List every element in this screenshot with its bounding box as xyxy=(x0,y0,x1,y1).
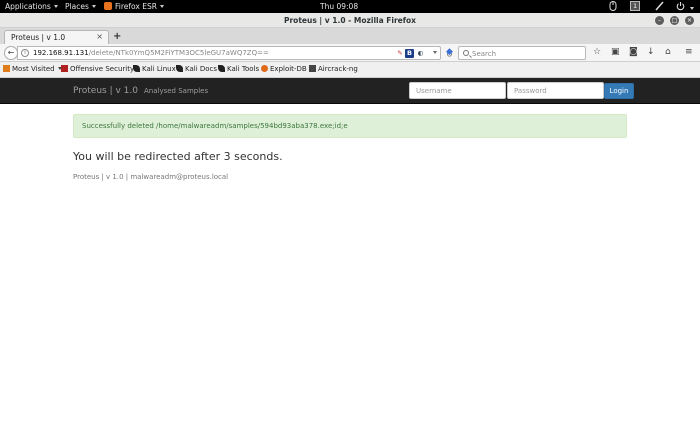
password-input[interactable] xyxy=(507,82,604,99)
clock[interactable]: Thu 09:08 xyxy=(320,2,358,11)
aircrack-icon xyxy=(309,65,316,72)
bookmark-offensive-security[interactable]: Offensive Security xyxy=(61,65,134,73)
page-content: Proteus | v 1.0 Analysed Samples Login S… xyxy=(0,78,700,438)
username-input[interactable] xyxy=(409,82,506,99)
bookmark-aircrack-ng[interactable]: Aircrack-ng xyxy=(309,65,358,73)
mouse-icon xyxy=(609,1,617,13)
menu-icon[interactable]: ≡ xyxy=(685,47,693,58)
download-icon[interactable]: ↓ xyxy=(647,47,655,58)
url-host: 192.168.91.131 xyxy=(33,49,89,57)
chevron-down-icon xyxy=(53,5,58,8)
wappalyzer-icon[interactable]: ◐ xyxy=(416,49,425,58)
bookmark-label: Kali Docs xyxy=(185,65,218,73)
new-tab-button[interactable]: + xyxy=(113,31,121,42)
bookmark-star-icon[interactable]: ☆ xyxy=(593,47,601,58)
gnome-top-bar: Applications Places Firefox ESR Thu 09:0… xyxy=(0,0,700,13)
chevron-down-icon xyxy=(91,5,96,8)
home-icon[interactable]: ⌂ xyxy=(665,47,671,58)
bookmark-label: Kali Linux xyxy=(142,65,176,73)
back-button[interactable]: ← xyxy=(4,46,18,60)
nav-analysed-samples[interactable]: Analysed Samples xyxy=(144,87,208,95)
places-label: Places xyxy=(65,2,89,11)
search-icon xyxy=(463,50,469,56)
url-path: /delete/NTk0YmQ5M2FiYTM3OC5leGU7aWQ7ZQ== xyxy=(88,49,269,57)
places-menu[interactable]: Places xyxy=(65,2,96,11)
hackbar-icon[interactable]: ✎ xyxy=(396,49,404,58)
search-box[interactable] xyxy=(458,46,586,60)
workspace-indicator[interactable]: 1 xyxy=(630,1,641,11)
applications-label: Applications xyxy=(5,2,51,11)
bookmark-label: Kali Tools xyxy=(227,65,260,73)
search-engine-icon[interactable]: ◆ xyxy=(446,47,453,58)
builtwith-icon[interactable]: B xyxy=(405,49,414,58)
success-alert: Successfully deleted /home/malwareadm/sa… xyxy=(73,114,627,138)
site-info-icon[interactable]: i xyxy=(21,49,29,57)
bookmark-label: Most Visited xyxy=(12,65,55,73)
bookmark-label: Exploit-DB xyxy=(270,65,307,73)
url-bar[interactable]: i 192.168.91.131/delete/NTk0YmQ5M2FiYTM3… xyxy=(17,46,453,60)
close-window-button[interactable]: × xyxy=(685,16,694,25)
close-tab-icon[interactable]: × xyxy=(96,32,103,41)
brand-link[interactable]: Proteus | v 1.0 xyxy=(73,86,138,96)
kali-dragon-icon xyxy=(176,65,183,72)
kali-dragon-icon xyxy=(218,65,225,72)
bookmark-label: Offensive Security xyxy=(70,65,135,73)
exploitdb-icon xyxy=(261,65,268,72)
bookmark-exploit-db[interactable]: Exploit-DB xyxy=(261,65,307,73)
bookmark-kali-tools[interactable]: Kali Tools xyxy=(218,65,259,73)
power-menu[interactable] xyxy=(676,1,695,13)
window-title-bar[interactable]: Proteus | v 1.0 - Mozilla Firefox – □ × xyxy=(0,13,700,28)
tab-strip: Proteus | v 1.0 × + xyxy=(0,28,700,44)
active-app-menu[interactable]: Firefox ESR xyxy=(104,2,164,11)
navigation-toolbar: i 192.168.91.131/delete/NTk0YmQ5M2FiYTM3… xyxy=(0,44,700,62)
offsec-icon xyxy=(61,65,68,72)
pen-icon[interactable] xyxy=(655,1,664,13)
url-text[interactable]: 192.168.91.131/delete/NTk0YmQ5M2FiYTM3OC… xyxy=(33,49,269,57)
chevron-down-icon xyxy=(159,5,164,8)
clipboard-icon[interactable]: ▣ xyxy=(611,47,620,58)
login-button[interactable]: Login xyxy=(604,83,634,99)
page-footer: Proteus | v 1.0 | malwareadm@proteus.loc… xyxy=(73,173,229,181)
maximize-button[interactable]: □ xyxy=(670,16,679,25)
pocket-icon[interactable]: ◙ xyxy=(629,47,638,58)
tab-label: Proteus | v 1.0 xyxy=(11,33,66,42)
bookmark-kali-docs[interactable]: Kali Docs xyxy=(176,65,217,73)
chevron-down-icon xyxy=(690,7,695,10)
bookmark-kali-linux[interactable]: Kali Linux xyxy=(133,65,176,73)
bookmark-most-visited[interactable]: Most Visited xyxy=(3,65,62,73)
bookmarks-toolbar: Most Visited Offensive Security Kali Lin… xyxy=(0,62,700,78)
active-app-label: Firefox ESR xyxy=(115,2,157,11)
app-navbar: Proteus | v 1.0 Analysed Samples Login xyxy=(0,78,700,104)
minimize-button[interactable]: – xyxy=(655,16,664,25)
power-icon xyxy=(676,2,685,11)
firefox-icon xyxy=(104,2,112,10)
folder-icon xyxy=(3,65,10,72)
bookmark-label: Aircrack-ng xyxy=(318,65,358,73)
url-dropdown-icon[interactable] xyxy=(433,51,437,54)
window-title: Proteus | v 1.0 - Mozilla Firefox xyxy=(283,16,416,25)
redirect-message: You will be redirected after 3 seconds. xyxy=(73,150,283,163)
workspace-number: 1 xyxy=(630,1,641,11)
search-input[interactable] xyxy=(472,48,582,59)
kali-dragon-icon xyxy=(133,65,140,72)
tab-proteus[interactable]: Proteus | v 1.0 × xyxy=(4,30,109,44)
alert-message: Successfully deleted /home/malwareadm/sa… xyxy=(82,122,348,130)
applications-menu[interactable]: Applications xyxy=(5,2,58,11)
